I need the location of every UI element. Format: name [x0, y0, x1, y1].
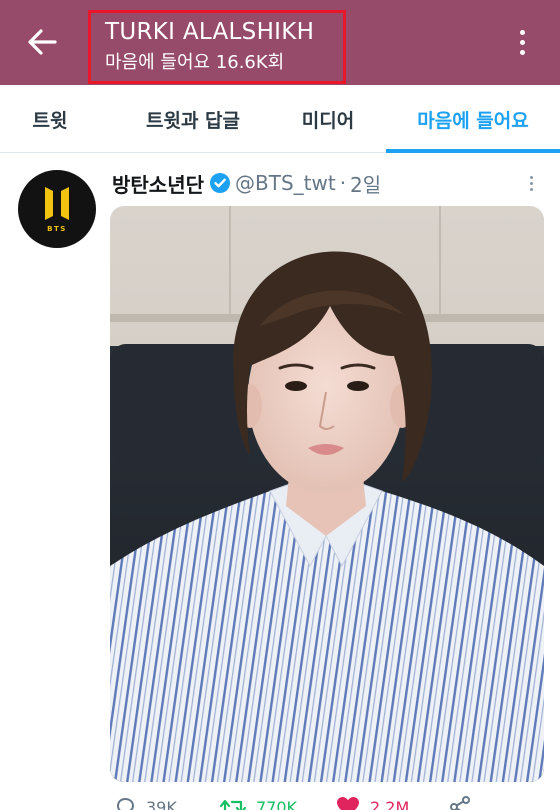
- highlighted-title-box: TURKI ALALSHIKH 마음에 들어요 16.6K회: [88, 10, 346, 84]
- retweet-icon: [220, 799, 246, 810]
- author-name[interactable]: 방탄소년단: [112, 169, 204, 198]
- active-tab-indicator: [386, 149, 560, 153]
- meta-separator: ·: [339, 171, 347, 195]
- tweet-more-button[interactable]: [522, 172, 540, 194]
- retweet-button[interactable]: 770K: [220, 796, 297, 810]
- tweet-action-bar: 39K 770K 2.2M: [110, 796, 544, 810]
- arrow-left-icon: [28, 29, 57, 55]
- avatar[interactable]: BTS: [18, 170, 96, 248]
- like-count: 2.2M: [370, 797, 410, 810]
- tab-likes[interactable]: 마음에 들어요: [386, 85, 560, 153]
- tab-tweets[interactable]: 트윗: [0, 85, 100, 153]
- back-button[interactable]: [22, 24, 62, 60]
- heart-icon: [337, 797, 359, 810]
- photo-illustration: [110, 206, 544, 782]
- profile-name: TURKI ALALSHIKH: [105, 19, 315, 45]
- reply-button[interactable]: 39K: [114, 796, 177, 810]
- bts-logo: BTS: [45, 187, 69, 233]
- reply-count: 39K: [146, 797, 177, 810]
- share-icon: [450, 796, 470, 810]
- retweet-count: 770K: [256, 797, 298, 810]
- tab-tweets-and-replies[interactable]: 트윗과 답글: [118, 85, 268, 153]
- tweet-photo[interactable]: [110, 206, 544, 782]
- reply-icon: [116, 797, 135, 810]
- tweet-header: 방탄소년단 @BTS_twt · 2일: [112, 168, 381, 198]
- more-vertical-icon: [519, 29, 525, 35]
- share-button[interactable]: [448, 796, 472, 810]
- svg-text:BTS: BTS: [47, 225, 67, 233]
- author-handle[interactable]: @BTS_twt: [235, 171, 336, 195]
- more-vertical-icon: [529, 175, 533, 179]
- verified-badge-icon: [209, 172, 231, 194]
- likes-count-subtitle: 마음에 들어요 16.6K회: [105, 52, 285, 73]
- tweet-time[interactable]: 2일: [350, 169, 381, 198]
- more-options-button[interactable]: [508, 24, 536, 60]
- profile-header: TURKI ALALSHIKH 마음에 들어요 16.6K회: [0, 0, 560, 85]
- profile-tabs: 트윗 트윗과 답글 미디어 마음에 들어요: [0, 85, 560, 153]
- like-button[interactable]: 2.2M: [336, 796, 409, 810]
- tab-media[interactable]: 미디어: [278, 85, 378, 153]
